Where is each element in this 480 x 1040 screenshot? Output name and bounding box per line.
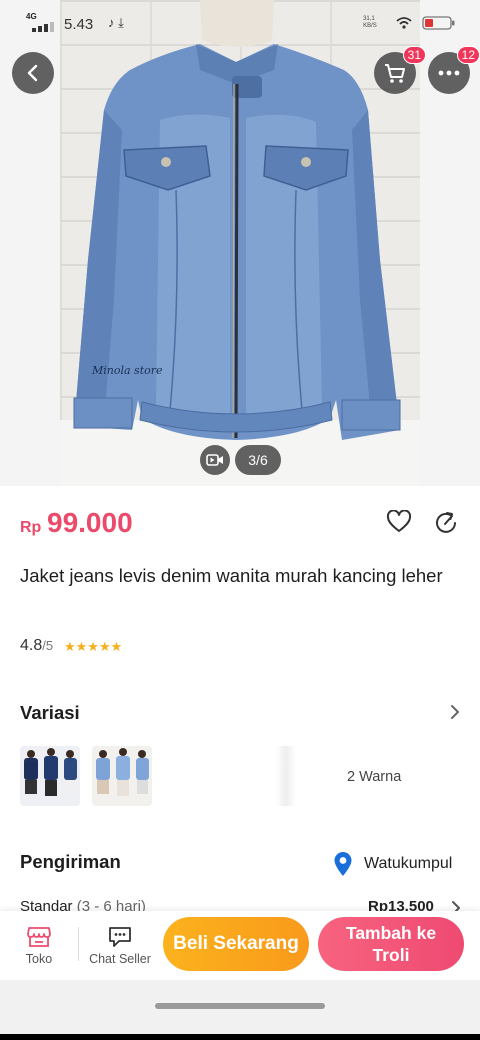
product-photo[interactable]: Minola store xyxy=(60,0,420,486)
denim-jacket-image xyxy=(73,0,401,440)
store-button[interactable]: Toko xyxy=(10,911,68,980)
shipping-location[interactable]: Watukumpul xyxy=(364,855,452,873)
clock: 5.43 xyxy=(64,16,94,33)
variant-dark-image xyxy=(20,746,80,806)
network-speed: 31,1 KB/S xyxy=(363,15,377,29)
product-detail-screen: Minola store 4G 5.43 ♪ ⤓ 31,1 KB/S 31 12… xyxy=(0,0,480,1034)
cart-badge: 31 xyxy=(402,46,426,64)
rating: 4.8/5 xyxy=(20,637,53,655)
video-icon xyxy=(206,454,223,466)
price-row: Rp 99.000 xyxy=(20,505,460,545)
shipping-heading: Pengiriman xyxy=(20,851,121,872)
star-icons: ★★★★★ xyxy=(64,639,123,654)
more-dots-icon xyxy=(438,70,460,76)
chat-icon xyxy=(109,927,131,947)
variant-thumbnail-dark[interactable] xyxy=(20,746,80,806)
home-indicator[interactable] xyxy=(155,1003,325,1009)
image-counter: 3/6 xyxy=(235,445,281,475)
system-nav-bar xyxy=(0,980,480,1034)
cart-icon xyxy=(385,64,405,83)
variant-thumbnail-light[interactable] xyxy=(92,746,152,806)
photo-watermark: Minola store xyxy=(92,364,163,377)
variant-count[interactable]: 2 Warna xyxy=(347,769,401,785)
share-icon[interactable] xyxy=(433,510,459,536)
wifi-icon xyxy=(395,16,412,29)
store-label: Toko xyxy=(25,952,53,966)
price-currency: Rp xyxy=(20,519,42,536)
chat-seller-button[interactable]: Chat Seller xyxy=(84,911,156,980)
more-badge: 12 xyxy=(456,46,480,64)
variant-light-image xyxy=(92,746,152,806)
store-icon xyxy=(27,927,51,947)
bottom-action-bar: Toko Chat Seller Beli Sekarang Tambah ke… xyxy=(0,911,480,980)
battery-icon xyxy=(422,16,455,30)
variant-fade-divider xyxy=(276,746,296,806)
chevron-left-icon xyxy=(27,64,38,82)
product-gallery[interactable]: Minola store 4G 5.43 ♪ ⤓ 31,1 KB/S 31 12… xyxy=(0,0,480,486)
notification-icons: ♪ ⤓ xyxy=(108,15,124,30)
rating-stars: ★★★★★ xyxy=(64,639,122,655)
product-title: Jaket jeans levis denim wanita murah kan… xyxy=(20,565,443,586)
video-button[interactable] xyxy=(200,445,230,475)
status-bar: 4G 5.43 ♪ ⤓ 31,1 KB/S xyxy=(0,0,480,44)
location-pin-icon xyxy=(334,852,352,876)
chat-label: Chat Seller xyxy=(89,952,151,966)
add-to-cart-button[interactable]: Tambah ke Troli xyxy=(318,917,464,971)
action-divider xyxy=(78,927,79,961)
price-value: 99.000 xyxy=(47,507,133,538)
more-button[interactable]: 12 xyxy=(428,46,480,94)
network-type: 4G xyxy=(26,12,37,21)
cart-button[interactable]: 31 xyxy=(374,46,426,94)
rating-of: /5 xyxy=(42,638,54,653)
rating-value: 4.8 xyxy=(20,637,43,654)
status-right: 31,1 KB/S xyxy=(363,14,456,32)
heart-icon[interactable] xyxy=(386,510,412,534)
buy-now-button[interactable]: Beli Sekarang xyxy=(163,917,309,971)
chevron-right-icon[interactable] xyxy=(448,703,462,721)
variants-heading: Variasi xyxy=(20,702,80,723)
back-button[interactable] xyxy=(12,52,54,94)
signal-icon xyxy=(32,22,54,32)
